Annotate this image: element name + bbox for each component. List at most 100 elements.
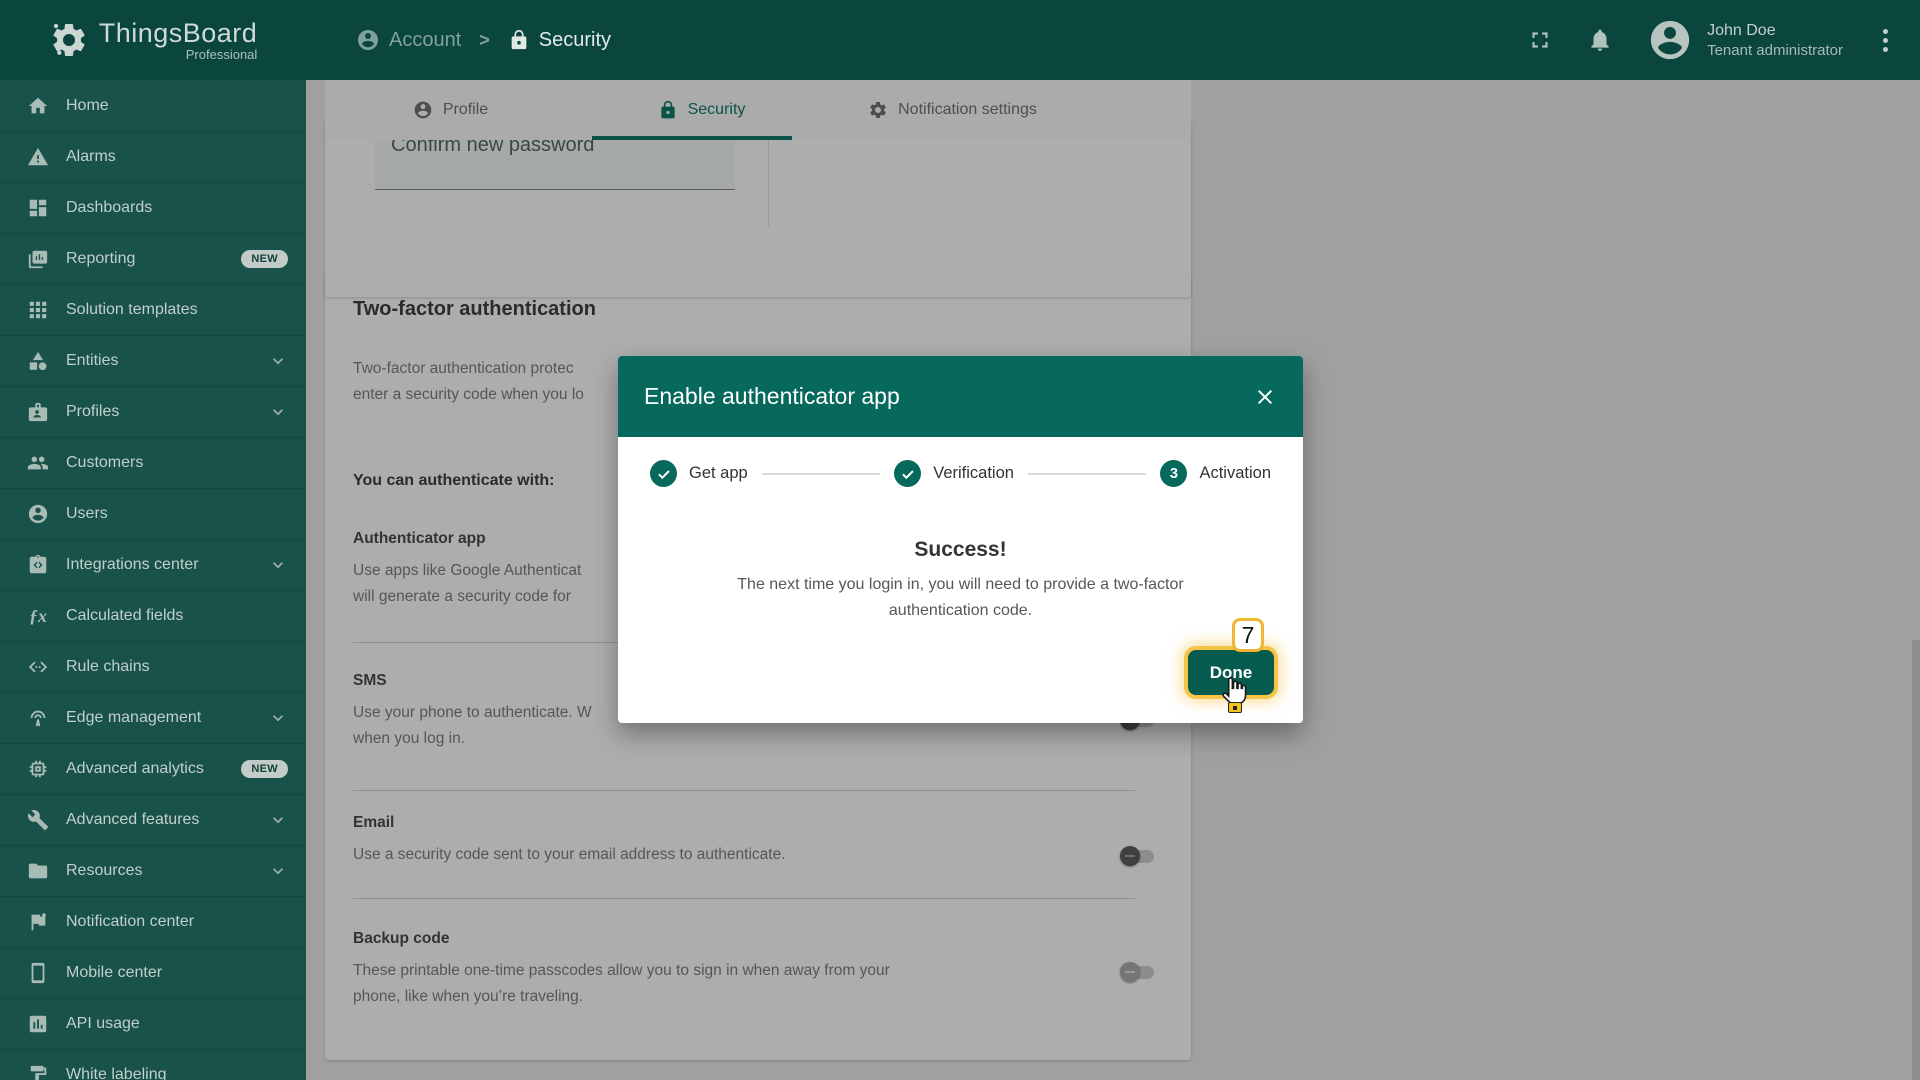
dialog-header: Enable authenticator app — [618, 356, 1303, 437]
provider-authenticator-title: Authenticator app — [353, 530, 486, 548]
breadcrumb: Account > Security — [356, 28, 611, 52]
brand-subtitle: Professional — [186, 47, 258, 62]
chevron-down-icon — [268, 810, 288, 830]
chevron-down-icon — [268, 351, 288, 371]
sidebar-item-edge-management[interactable]: Edge management — [0, 692, 306, 743]
twofa-desc-line2: enter a security code when you lo — [353, 386, 584, 404]
edge-antenna-icon — [26, 706, 50, 730]
paint-format-icon — [26, 1063, 50, 1080]
profile-person-icon — [413, 100, 433, 120]
step-check-icon — [894, 460, 921, 487]
provider-authenticator-desc1: Use apps like Google Authenticat — [353, 562, 581, 580]
dialog-stepper: Get app Verification 3 Activation — [618, 460, 1303, 487]
sidebar-item-dashboards[interactable]: Dashboards — [0, 182, 306, 233]
analytics-chip-icon — [26, 757, 50, 781]
enable-authenticator-dialog: Enable authenticator app Get app Verific… — [618, 356, 1303, 723]
sidebar-item-notification-center[interactable]: Notification center — [0, 896, 306, 947]
divider — [353, 790, 1135, 791]
sidebar-item-entities[interactable]: Entities — [0, 335, 306, 386]
user-role: Tenant administrator — [1707, 42, 1843, 59]
success-heading: Success! — [618, 538, 1303, 562]
sidebar-item-users[interactable]: Users — [0, 488, 306, 539]
sidebar-item-api-usage[interactable]: API usage — [0, 998, 306, 1049]
thingsboard-app: ThingsBoard Professional Account > Secur… — [0, 0, 1920, 1080]
reporting-icon — [26, 247, 50, 271]
chevron-down-icon — [268, 402, 288, 422]
provider-backup-title: Backup code — [353, 930, 449, 948]
sidebar-item-customers[interactable]: Customers — [0, 437, 306, 488]
sidebar-item-calculated-fields[interactable]: ƒx Calculated fields — [0, 590, 306, 641]
twofa-desc-line1: Two-factor authentication protec — [353, 360, 574, 378]
dashboards-icon — [26, 196, 50, 220]
thingsboard-logo-icon — [49, 20, 89, 60]
more-options-button[interactable] — [1877, 23, 1894, 58]
provider-authenticator-desc2: will generate a security code for — [353, 588, 571, 606]
provider-backup-desc2: phone, like when you’re traveling. — [353, 988, 583, 1006]
avatar — [1647, 17, 1693, 63]
user-menu[interactable]: John Doe Tenant administrator — [1647, 17, 1843, 63]
dialog-title: Enable authenticator app — [644, 383, 900, 410]
profiles-icon — [26, 400, 50, 424]
sidebar-item-advanced-analytics[interactable]: Advanced analytics NEW — [0, 743, 306, 794]
provider-backup-desc1: These printable one-time passcodes allow… — [353, 962, 890, 980]
chevron-down-icon — [268, 555, 288, 575]
settings-gear-icon — [868, 100, 888, 120]
home-icon — [26, 94, 50, 118]
provider-email-desc: Use a security code sent to your email a… — [353, 846, 786, 864]
folder-icon — [26, 859, 50, 883]
account-tabs: Profile Security Notification settings — [325, 80, 1191, 140]
breadcrumb-account[interactable]: Account — [356, 28, 461, 52]
sidebar-item-reporting[interactable]: Reporting NEW — [0, 233, 306, 284]
security-lock-icon — [658, 100, 678, 120]
tab-profile[interactable]: Profile — [325, 80, 576, 140]
user-name: John Doe — [1707, 22, 1843, 40]
divider — [353, 898, 1135, 899]
breadcrumb-separator: > — [479, 30, 490, 51]
sidebar-item-alarms[interactable]: Alarms — [0, 131, 306, 182]
sidebar-item-integrations-center[interactable]: Integrations center — [0, 539, 306, 590]
step-check-icon — [650, 460, 677, 487]
solution-templates-icon — [26, 298, 50, 322]
sidebar-item-solution-templates[interactable]: Solution templates — [0, 284, 306, 335]
backup-code-toggle[interactable] — [1120, 962, 1156, 982]
sidebar-item-advanced-features[interactable]: Advanced features — [0, 794, 306, 845]
tab-security[interactable]: Security — [576, 80, 827, 140]
notifications-bell-button[interactable] — [1587, 27, 1613, 53]
success-message-line2: authentication code. — [618, 602, 1303, 620]
function-fx-icon: ƒx — [26, 604, 50, 628]
vertical-scrollbar[interactable] — [1912, 640, 1920, 1080]
active-tab-indicator — [592, 136, 792, 140]
sidebar-item-white-labeling[interactable]: White labeling — [0, 1049, 306, 1080]
tab-notification-settings[interactable]: Notification settings — [827, 80, 1078, 140]
twofa-title: Two-factor authentication — [353, 298, 596, 321]
account-icon — [356, 28, 380, 52]
step-number-icon: 3 — [1160, 460, 1187, 487]
sidebar-item-profiles[interactable]: Profiles — [0, 386, 306, 437]
provider-sms-title: SMS — [353, 672, 387, 690]
close-icon[interactable] — [1253, 385, 1277, 409]
fullscreen-button[interactable] — [1527, 27, 1553, 53]
notification-flag-icon — [26, 910, 50, 934]
lock-icon — [508, 29, 530, 51]
provider-email-title: Email — [353, 814, 394, 832]
breadcrumb-security[interactable]: Security — [508, 29, 611, 52]
entities-icon — [26, 349, 50, 373]
done-button[interactable]: Done — [1188, 650, 1274, 695]
sidebar-item-mobile-center[interactable]: Mobile center — [0, 947, 306, 998]
sidebar-item-home[interactable]: Home — [0, 80, 306, 131]
main-sidebar: Home Alarms Dashboards Reporting NEW Sol… — [0, 80, 306, 1080]
mobile-phone-icon — [26, 961, 50, 985]
success-message-line1: The next time you login in, you will nee… — [618, 576, 1303, 594]
change-password-card: Confirm new password — [325, 120, 1191, 297]
rule-chains-icon — [26, 655, 50, 679]
step-activation[interactable]: 3 Activation — [1160, 460, 1271, 487]
new-badge: NEW — [241, 250, 288, 268]
brand-logo[interactable]: ThingsBoard Professional — [0, 18, 306, 62]
email-toggle[interactable] — [1120, 846, 1156, 866]
chevron-down-icon — [268, 708, 288, 728]
sidebar-item-rule-chains[interactable]: Rule chains — [0, 641, 306, 692]
step-get-app[interactable]: Get app — [650, 460, 748, 487]
step-verification[interactable]: Verification — [894, 460, 1014, 487]
brand-name: ThingsBoard — [99, 18, 258, 49]
sidebar-item-resources[interactable]: Resources — [0, 845, 306, 896]
